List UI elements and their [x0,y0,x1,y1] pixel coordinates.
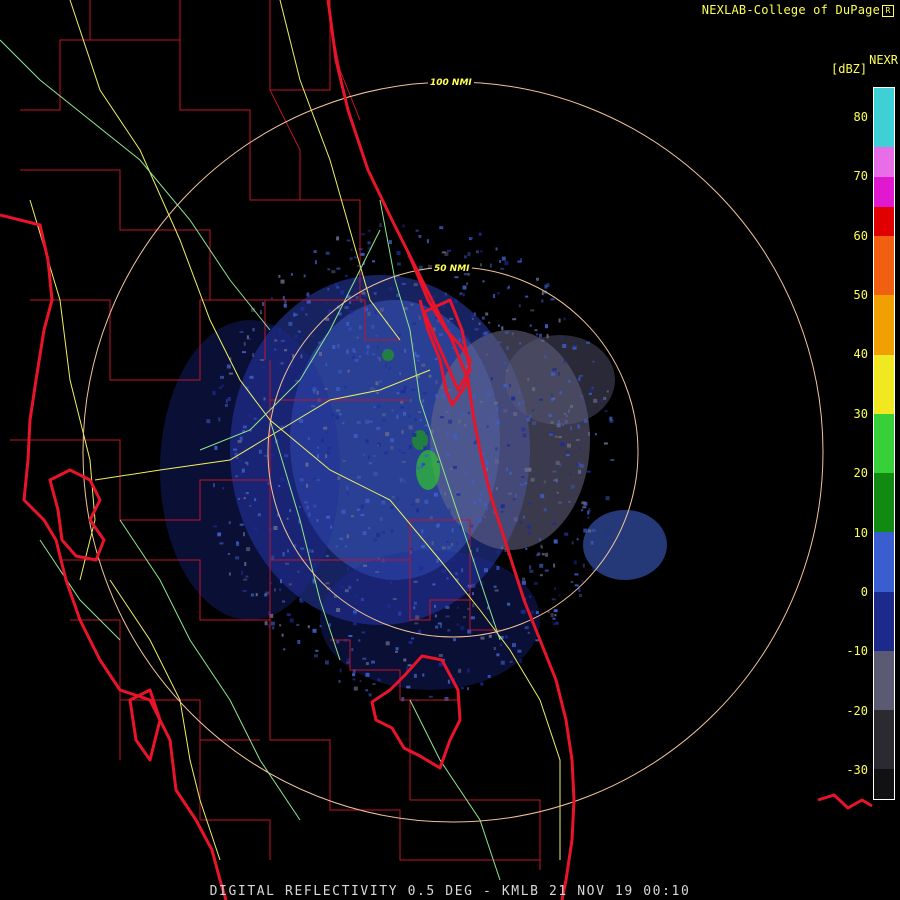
color-scale-tick: 20 [853,466,868,481]
keys-fragment [817,793,873,810]
color-scale-segment [874,413,894,474]
echo-offshore-grey-2 [505,335,615,425]
color-scale-tick: 70 [853,169,868,184]
color-scale-segment [874,769,894,799]
color-scale-segment [874,295,894,355]
color-scale-tick: 40 [853,347,868,362]
color-scale-segment [874,532,894,592]
color-scale-tick: 60 [853,228,868,243]
color-scale-tick: 0 [860,585,868,600]
credit-text: NEXLAB-College of DuPage [701,3,880,17]
color-scale-bar [873,87,895,800]
color-scale-tick: -30 [846,763,868,778]
radar-map[interactable]: 100 NMI 50 NMI [0,0,900,900]
color-scale-tick: -20 [846,703,868,718]
color-scale-segment [874,710,894,770]
reflectivity-echoes [160,223,667,702]
color-scale-segment [874,354,894,414]
color-scale-segment [874,176,894,207]
color-scale-segment [874,650,894,711]
echo-west-fringe [160,320,340,620]
range-ring-100-label: 100 NMI [430,78,472,88]
color-scale-tick: 30 [853,406,868,421]
color-scale-segment [874,473,894,533]
registered-mark-icon: R [882,4,894,17]
credit-label: NEXLAB-College of DuPage R [702,3,894,17]
echo-green-3 [382,349,394,361]
units-label: [dBZ] [831,62,868,76]
color-scale-tick: 80 [853,109,868,124]
color-scale-tick: 10 [853,525,868,540]
range-ring-50-label: 50 NMI [434,264,470,274]
color-scale-tick: 50 [853,287,868,302]
product-label: NEXR [869,53,898,67]
color-scale-tick: -10 [846,644,868,659]
product-caption: DIGITAL REFLECTIVITY 0.5 DEG - KMLB 21 N… [209,884,691,899]
color-scale-segment [874,147,894,177]
radar-display: 100 NMI 50 NMI NEXLAB-College of DuPage R… [0,0,900,900]
color-scale-segment [874,236,894,296]
color-scale-segment [874,591,894,651]
color-scale-segment [874,206,894,237]
color-scale-segment [874,88,894,148]
